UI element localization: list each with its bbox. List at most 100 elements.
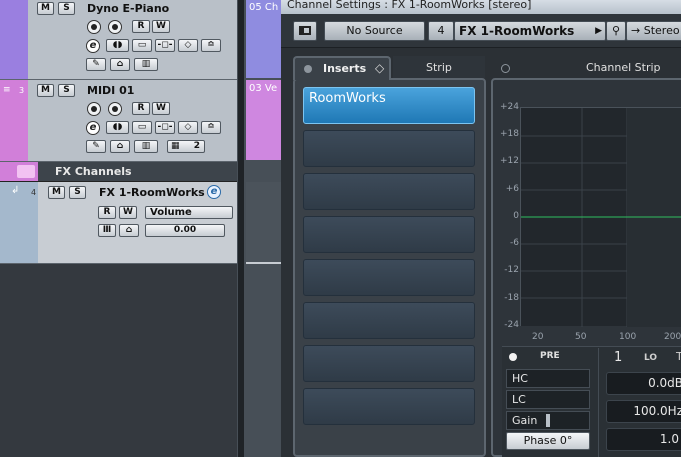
insert-slot-2[interactable] (303, 130, 475, 167)
read-automation-button[interactable]: R (98, 206, 116, 219)
keyboard-icon[interactable]: ▥ (134, 140, 158, 153)
arrange-area: 05 Ch 03 Ve (237, 0, 281, 457)
eq-band-type[interactable]: LO (644, 353, 657, 363)
track-name[interactable]: FX 1-RoomWorks (99, 186, 205, 199)
write-automation-button[interactable]: W (119, 206, 137, 219)
track-fx1-roomworks[interactable]: ↲ 4 M S FX 1-RoomWorks e R W Volume Ⅲ ⌂ … (0, 182, 237, 264)
hc-filter-button[interactable]: HC (506, 369, 590, 388)
tab-inserts[interactable]: Inserts ◇ (293, 56, 391, 80)
automation-parameter-select[interactable]: Volume (145, 206, 233, 219)
pre-power-icon[interactable] (509, 353, 517, 361)
input-source-select[interactable]: No Source (324, 21, 425, 41)
track-number: 4 (31, 188, 37, 197)
search-button[interactable]: ⚲ (606, 21, 626, 41)
eq-band-chevron-icon: T (676, 350, 681, 363)
chevron-right-icon: ▶ (595, 26, 602, 36)
diamond-icon[interactable]: ◇ (375, 61, 384, 75)
output-routing-select[interactable]: → Stereo (626, 21, 681, 41)
lock-icon[interactable]: ⌂ (110, 58, 130, 71)
write-automation-button[interactable]: W (152, 102, 170, 115)
gain-slider-handle[interactable] (546, 414, 550, 427)
show-lanes-button[interactable]: Ⅲ (98, 224, 116, 237)
gain-label: Gain (512, 414, 538, 427)
insert-slot-1[interactable]: RoomWorks (303, 87, 475, 124)
mute-button[interactable]: M (37, 84, 54, 97)
eq-gain-value[interactable]: 0.0dB (606, 372, 681, 395)
track-dyno-epiano[interactable]: M S Dyno E-Piano R W e ◖◗ ▭ -◻- ◇ ≏ ✎ ⌂ … (0, 0, 237, 80)
eq-y-tick: -12 (504, 265, 519, 275)
insert-slot-5[interactable] (303, 259, 475, 296)
track-number: 3 (19, 86, 25, 95)
volume-value-field[interactable]: 0.00 (145, 224, 225, 237)
sidebar-toggle-button[interactable] (293, 21, 317, 41)
eq-band-number[interactable]: 1 (614, 350, 622, 365)
folder-icon (17, 165, 35, 178)
lock-icon[interactable]: ⌂ (110, 140, 130, 153)
lc-filter-button[interactable]: LC (506, 390, 590, 409)
phase-button[interactable]: Phase 0° (506, 432, 590, 450)
track-name[interactable]: MIDI 01 (87, 84, 134, 97)
eq-curve-display[interactable] (520, 107, 681, 327)
lanes-button[interactable]: ◖◗ (106, 121, 129, 134)
track-name[interactable]: FX Channels (55, 165, 132, 178)
monitor-button[interactable] (108, 20, 122, 34)
arrow-right-icon: → (631, 24, 641, 37)
midi-channel-field[interactable]: ▦ 2 (167, 140, 205, 153)
window-title-bar[interactable]: Channel Settings : FX 1-RoomWorks [stere… (281, 0, 681, 14)
timebase-button[interactable]: ▭ (132, 121, 152, 134)
lanes-button[interactable]: ◖◗ (106, 39, 129, 52)
tab-strip[interactable]: Strip (393, 56, 485, 78)
insert-bypass-button[interactable]: -◻- (155, 39, 175, 52)
eq-q-value[interactable]: 1.0 (606, 428, 681, 451)
power-icon[interactable] (304, 65, 312, 73)
pencil-icon[interactable]: ✎ (86, 140, 106, 153)
lock-icon[interactable]: ⌂ (119, 224, 139, 237)
solo-button[interactable]: S (58, 2, 75, 15)
insert-bypass-button[interactable]: -◻- (155, 121, 175, 134)
keyboard-icon[interactable]: ▥ (134, 58, 158, 71)
tab-channel-strip[interactable]: Channel Strip (491, 56, 681, 78)
scrollbar-divider[interactable] (238, 0, 244, 457)
insert-slot-3[interactable] (303, 173, 475, 210)
channel-number-select[interactable]: 4 (428, 21, 454, 41)
track-fx-channels-folder[interactable]: FX Channels (0, 162, 237, 182)
track-color-stripe (0, 0, 28, 79)
channel-name-field[interactable]: FX 1-RoomWorks ▶ (454, 21, 606, 41)
eq-x-tick: 200 (664, 332, 681, 342)
edit-channel-button[interactable]: e (86, 121, 100, 135)
insert-slot-6[interactable] (303, 302, 475, 339)
pencil-icon[interactable]: ✎ (86, 58, 106, 71)
timebase-button[interactable]: ▭ (132, 39, 152, 52)
record-enable-button[interactable] (87, 20, 101, 34)
mute-button[interactable]: M (37, 2, 54, 15)
midi-event[interactable]: 03 Ve (246, 80, 281, 160)
solo-button[interactable]: S (69, 186, 86, 199)
eq-bypass-button[interactable]: ◇ (178, 39, 198, 52)
gain-slider[interactable]: Gain (506, 411, 590, 430)
eq-frequency-value[interactable]: 100.0Hz (606, 400, 681, 423)
read-automation-button[interactable]: R (132, 102, 150, 115)
solo-button[interactable]: S (58, 84, 75, 97)
mute-button[interactable]: M (48, 186, 65, 199)
eq-bypass-button[interactable]: ◇ (178, 121, 198, 134)
send-bypass-button[interactable]: ≏ (201, 39, 221, 52)
read-automation-button[interactable]: R (132, 20, 150, 33)
tab-inserts-label: Inserts (323, 62, 367, 75)
power-icon[interactable] (501, 64, 510, 73)
edit-channel-button[interactable]: e (86, 39, 100, 53)
layout-icon (299, 26, 311, 35)
eq-frequency-value-text: 100.0Hz (633, 404, 681, 418)
record-enable-button[interactable] (87, 102, 101, 116)
insert-slot-8[interactable] (303, 388, 475, 425)
monitor-button[interactable] (108, 102, 122, 116)
insert-slot-7[interactable] (303, 345, 475, 382)
audio-event[interactable]: 05 Ch (246, 0, 281, 78)
insert-slot-4[interactable] (303, 216, 475, 253)
channel-name-label: FX 1-RoomWorks (459, 24, 575, 38)
write-automation-button[interactable]: W (152, 20, 170, 33)
track-midi01[interactable]: ≡ 3 M S MIDI 01 R W e ◖◗ ▭ -◻- ◇ ≏ ✎ ⌂ ▥… (0, 80, 237, 162)
edit-channel-button[interactable]: e (207, 185, 221, 199)
eq-y-tick: +6 (505, 184, 519, 194)
send-bypass-button[interactable]: ≏ (201, 121, 221, 134)
track-name[interactable]: Dyno E-Piano (87, 2, 169, 15)
